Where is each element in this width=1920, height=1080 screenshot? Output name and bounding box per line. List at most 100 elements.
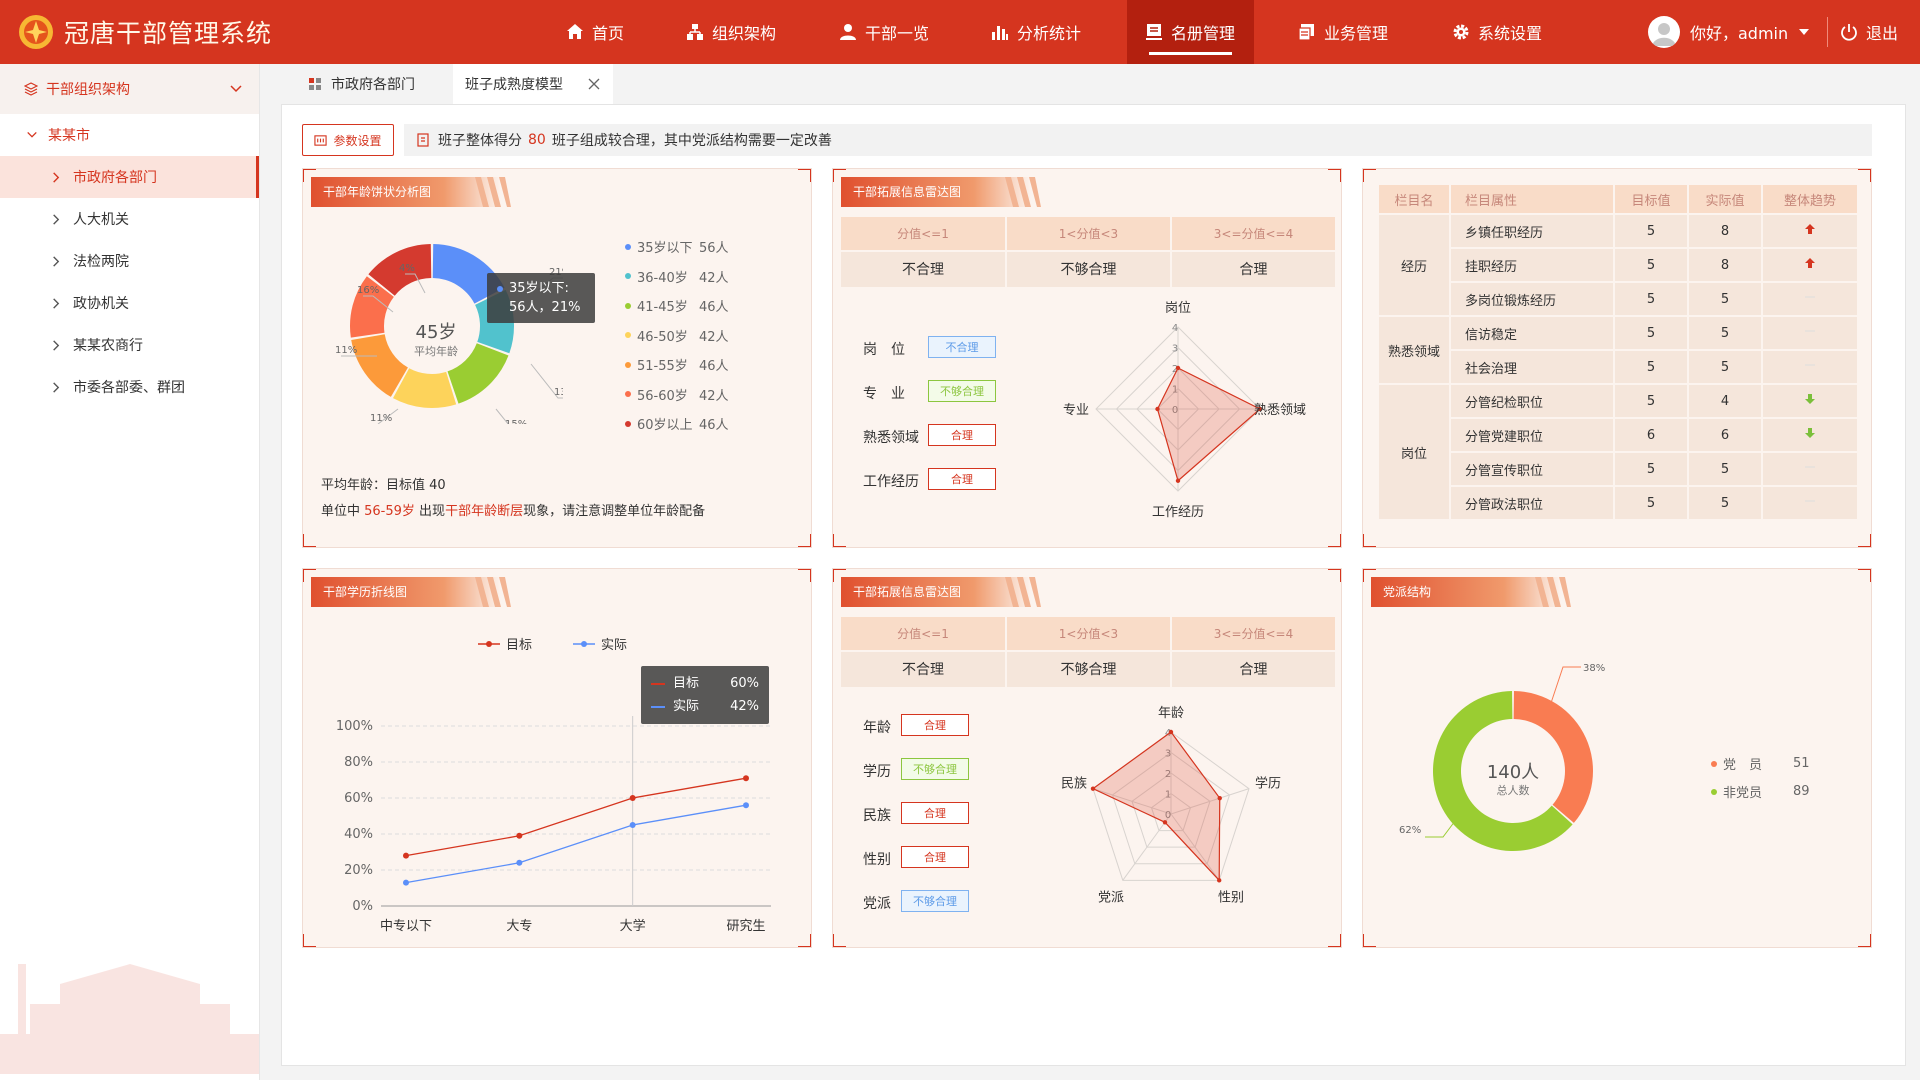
tooltip-series: 目标 — [673, 676, 700, 691]
table-row: 分管党建职位 6 6 — [1378, 417, 1859, 453]
legend-label: 35岁以下 — [637, 241, 693, 256]
sidebar-item-label: 某某农商行 — [73, 338, 143, 354]
target-cell: 5 — [1613, 315, 1689, 351]
legend-item: 非党员 89 — [1711, 782, 1810, 801]
table-row: 经历 乡镇任职经历 5 8 — [1377, 213, 1859, 317]
note-text: 单位中 — [321, 504, 365, 519]
arrow-up-icon — [1805, 258, 1815, 268]
radar1-panel: 干部拓展信息雷达图 分值<=1 1<分值<3 3<=分值<=4 不合理 不够合理 合理 … — [832, 168, 1342, 548]
sidebar-item-city-gov[interactable]: 市政府各部门 — [0, 156, 259, 198]
x-tick-label: 大专 — [506, 919, 532, 934]
y-tick-label: 20% — [344, 863, 373, 878]
arrow-shape — [1805, 428, 1815, 438]
sidebar-item-label: 市政府各部门 — [73, 170, 157, 186]
attr-cell: 社会治理 — [1449, 349, 1615, 385]
sidebar-item-bank[interactable]: 某某农商行 — [0, 324, 259, 366]
radar2-panel: 干部拓展信息雷达图 分值<=1 1<分值<3 3<=分值<=4 不合理 不够合理 合理 … — [832, 568, 1342, 948]
nav-settings[interactable]: 系统设置 — [1446, 0, 1561, 64]
status-badge: 不够合理 — [928, 380, 996, 402]
dash-icon — [1805, 330, 1815, 332]
note-highlight: 56-59岁 — [364, 504, 415, 519]
nav-label: 业务管理 — [1324, 24, 1389, 43]
sidebar-item-courts[interactable]: 法检两院 — [0, 240, 259, 282]
target-cell: 5 — [1613, 213, 1689, 249]
tooltip-value: 60% — [730, 676, 759, 691]
user-menu[interactable]: 你好，admin — [1648, 0, 1810, 64]
slice-percent-label: 16% — [357, 285, 379, 296]
legend-label: 目标 — [506, 638, 532, 653]
y-tick-label: 0% — [352, 899, 373, 914]
chevron-down-icon — [230, 85, 242, 93]
nav-label: 系统设置 — [1478, 24, 1543, 43]
legend-item: 35岁以下 56人 — [625, 237, 729, 256]
legend-value: 51 — [1793, 756, 1810, 771]
tag-label: 熟悉领域 — [863, 430, 919, 446]
legend-dot — [625, 420, 631, 427]
donut-center-value: 140人 — [1486, 762, 1540, 783]
line-tooltip: 目标 60% 实际 42% — [641, 666, 769, 724]
series-point — [743, 775, 749, 782]
donut-center-label: 总人数 — [1496, 784, 1530, 797]
radar-axis-label: 专业 — [1063, 403, 1089, 418]
power-icon — [1841, 24, 1857, 41]
y-tick-label: 40% — [344, 827, 373, 842]
note-text: 出现 — [414, 504, 446, 519]
legend-dot — [625, 332, 631, 338]
sidebar-item-npc[interactable]: 人大机关 — [0, 198, 259, 240]
level-label: 不合理 — [841, 249, 1007, 287]
nav-home[interactable]: 首页 — [560, 0, 640, 64]
series-point — [403, 879, 409, 886]
sidebar: 干部组织架构 某某市 市政府各部门 人大机关 法检两院 政协机关 某某农商行 市… — [0, 64, 260, 1080]
nav-analysis[interactable]: 分析统计 — [985, 0, 1100, 64]
actual-cell: 5 — [1687, 281, 1763, 317]
table-header: 整体趋势 — [1761, 183, 1859, 215]
param-settings-button[interactable]: 参数设置 — [302, 124, 394, 156]
sidebar-item-party-committee[interactable]: 市委各部委、群团 — [0, 366, 259, 408]
legend-item: 41-45岁 46人 — [625, 296, 729, 315]
legend-value: 46人 — [699, 418, 729, 433]
tag-label: 工作经历 — [863, 474, 919, 490]
level-label: 合理 — [1171, 649, 1337, 687]
tag-label: 年龄 — [863, 720, 891, 736]
logout-label: 退出 — [1866, 24, 1899, 43]
radar-data-area — [1091, 731, 1221, 882]
trend-cell — [1761, 485, 1859, 521]
legend-value: 46人 — [699, 300, 729, 315]
legend-value: 46人 — [699, 359, 729, 374]
summary-bar: 班子整体得分 80 班子组成较合理，其中党派结构需要一定改善 — [404, 124, 1872, 156]
sidebar-item-cppcc[interactable]: 政协机关 — [0, 282, 259, 324]
arrow-down-icon — [1805, 394, 1815, 404]
actual-cell: 8 — [1687, 247, 1763, 283]
legend-value: 42人 — [699, 270, 729, 286]
nav-label: 名册管理 — [1171, 24, 1236, 43]
tab-city-gov[interactable]: 市政府各部门 — [283, 64, 445, 104]
tooltip-series: 实际 — [673, 699, 700, 714]
level-range: 1<分值<3 — [1006, 217, 1172, 251]
nav-cadre-list[interactable]: 干部一览 — [833, 0, 948, 64]
actual-cell: 5 — [1687, 485, 1763, 521]
table-row: 挂职经历 5 8 — [1378, 247, 1859, 283]
legend-marker — [486, 641, 492, 647]
summary-score: 80 — [528, 132, 546, 148]
nav-org-structure[interactable]: 组织架构 — [680, 0, 795, 64]
sidebar-root[interactable]: 某某市 — [0, 114, 259, 156]
logout-button[interactable]: 退出 — [1840, 0, 1898, 64]
nav-business[interactable]: 业务管理 — [1292, 0, 1407, 64]
sidebar-header[interactable]: 干部组织架构 — [0, 64, 259, 114]
close-icon[interactable] — [588, 78, 600, 90]
arrow-shape — [1805, 224, 1815, 234]
arrow-down-icon — [1805, 428, 1815, 438]
trend-cell — [1761, 213, 1859, 249]
dash-icon — [1805, 500, 1815, 502]
actual-cell: 5 — [1687, 349, 1763, 385]
status-badge: 合理 — [928, 468, 996, 490]
tab-maturity-model[interactable]: 班子成熟度模型 — [453, 64, 613, 104]
tag-label: 民族 — [863, 808, 891, 824]
level-label: 不够合理 — [1006, 649, 1172, 687]
trend-cell — [1761, 451, 1859, 487]
summary-suffix: 班子组成较合理，其中党派结构需要一定改善 — [551, 133, 832, 149]
target-cell: 5 — [1613, 281, 1689, 317]
radar-data-point — [1216, 878, 1222, 883]
nav-roster[interactable]: 名册管理 — [1127, 0, 1254, 64]
legend-value: 42人 — [699, 329, 729, 345]
